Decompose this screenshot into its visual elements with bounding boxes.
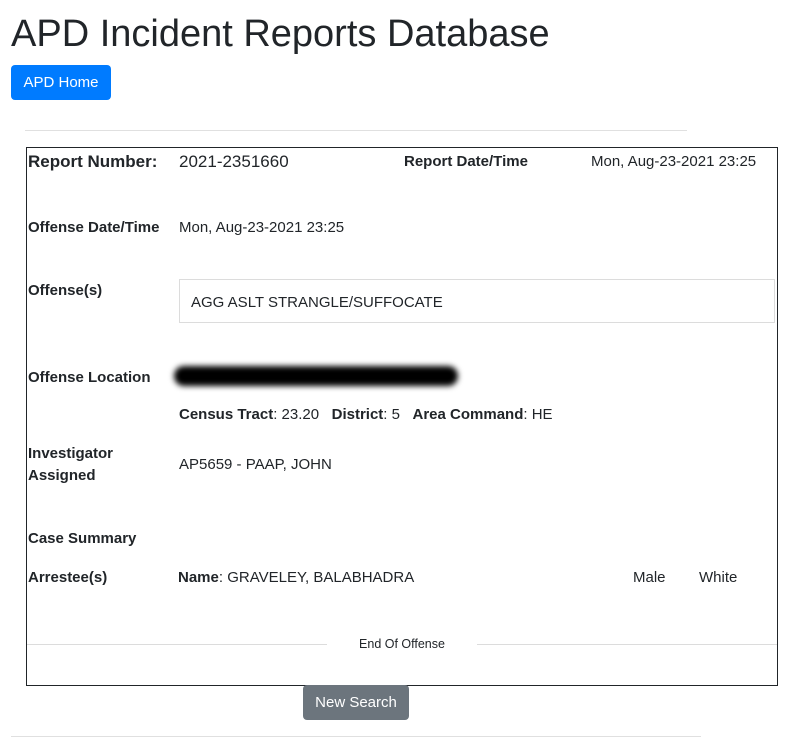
offense-datetime: Mon, Aug-23-2021 23:25 <box>179 219 345 236</box>
top-divider <box>25 130 687 131</box>
report-datetime: Mon, Aug-23-2021 23:25 <box>591 153 757 170</box>
bottom-divider <box>11 736 701 737</box>
area-command-value: : HE <box>523 406 553 423</box>
investigator-value: AP5659 - PAAP, JOHN <box>179 456 332 473</box>
new-search-button[interactable]: New Search <box>303 685 409 720</box>
location-details: Census Tract: 23.20 District: 5 Area Com… <box>179 404 553 425</box>
case-summary-label: Case Summary <box>28 530 137 547</box>
arrestee-name-value: : GRAVELEY, BALABHADRA <box>218 569 415 586</box>
arrestee-race: White <box>699 569 738 586</box>
offenses-label: Offense(s) <box>28 282 103 299</box>
end-of-offense-label: End Of Offense <box>327 634 477 654</box>
apd-home-button[interactable]: APD Home <box>11 65 111 100</box>
arrestee-sex: Male <box>633 569 666 586</box>
offense-value: AGG ASLT STRANGLE/SUFFOCATE <box>191 294 443 311</box>
offense-datetime-label: Offense Date/Time <box>28 219 160 236</box>
arrestee-name-label: Name <box>178 569 219 586</box>
report-datetime-label: Report Date/Time <box>404 153 528 170</box>
area-command-label: Area Command <box>412 406 524 423</box>
report-number: 2021-2351660 <box>179 152 289 171</box>
offense-location-label: Offense Location <box>28 369 151 386</box>
redacted-location <box>174 366 458 386</box>
report-number-label: Report Number: <box>28 152 158 171</box>
investigator-label-line1: Investigator <box>28 445 114 462</box>
census-tract-value: : 23.20 <box>273 406 320 423</box>
report-panel: Report Number: 2021-2351660 Report Date/… <box>26 147 778 686</box>
arrestees-label: Arrestee(s) <box>28 569 108 586</box>
district-value: : 5 <box>383 406 400 423</box>
page-title: APD Incident Reports Database <box>11 13 550 55</box>
arrestee-name: Name: GRAVELEY, BALABHADRA <box>178 567 414 588</box>
district-label: District <box>331 406 384 423</box>
investigator-label-line2: Assigned <box>28 467 96 484</box>
census-tract-label: Census Tract <box>179 406 274 423</box>
offense-box: AGG ASLT STRANGLE/SUFFOCATE <box>179 279 775 323</box>
